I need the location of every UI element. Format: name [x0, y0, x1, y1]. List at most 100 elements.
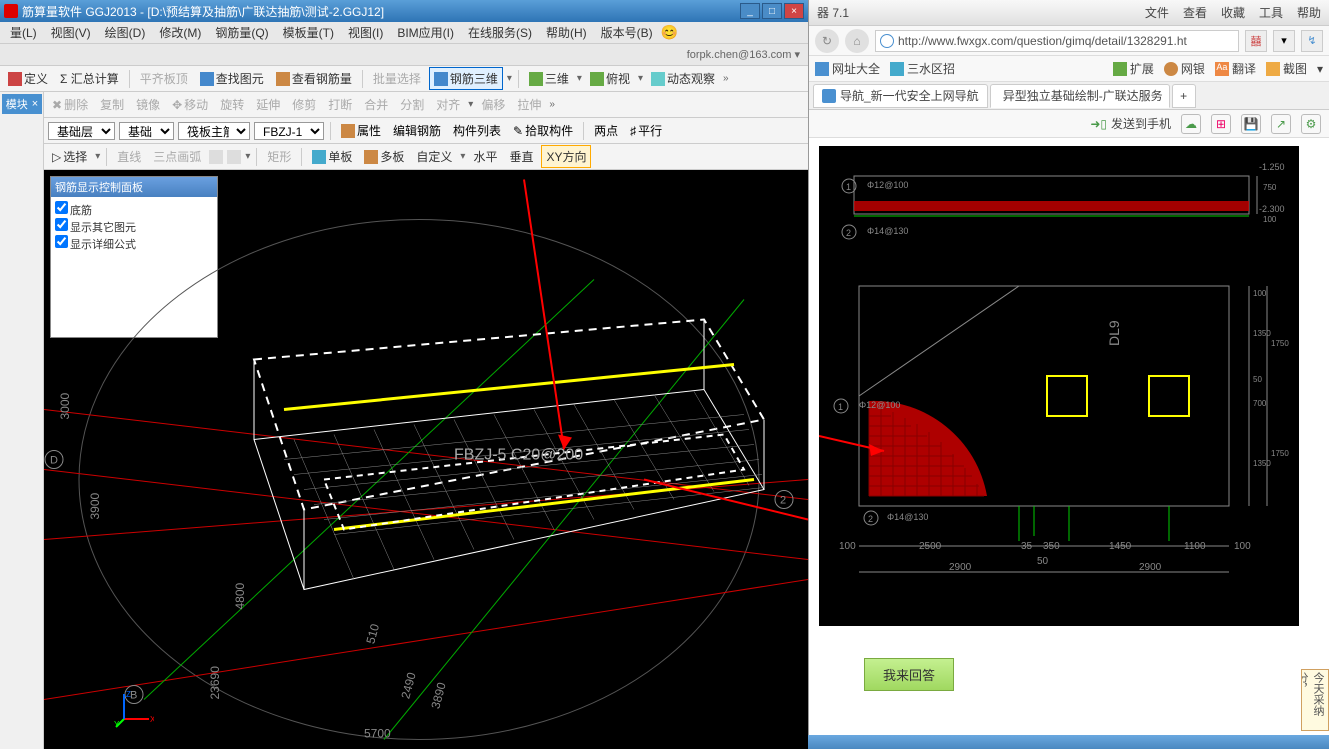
sum-calc-button[interactable]: Σ 汇总计算: [56, 68, 123, 89]
vert-button[interactable]: 垂直: [505, 146, 537, 167]
cloud-icon[interactable]: ☁: [1181, 114, 1201, 134]
split-button[interactable]: 分割: [396, 94, 428, 115]
top-view-button[interactable]: 俯视: [586, 68, 634, 89]
minimize-button[interactable]: _: [740, 3, 760, 19]
browser-menu-tools[interactable]: 工具: [1259, 4, 1283, 21]
bm-translate[interactable]: Aa翻译: [1215, 60, 1256, 77]
bm-extensions[interactable]: 扩展: [1113, 60, 1154, 77]
home-button[interactable]: ⌂: [845, 29, 869, 53]
user-email[interactable]: forpk.chen@163.com ▾: [687, 48, 800, 61]
3d-viewport[interactable]: 钢筋显示控制面板 底筋 显示其它图元 显示详细公式: [44, 170, 808, 749]
menu-online[interactable]: 在线服务(S): [462, 22, 538, 43]
custom-button[interactable]: 自定义: [412, 146, 456, 167]
svg-text:4800: 4800: [233, 582, 247, 609]
multi-slab-button[interactable]: 多板: [360, 146, 408, 167]
browser-menu-file[interactable]: 文件: [1145, 4, 1169, 21]
tab-close-icon[interactable]: ×: [1169, 89, 1170, 103]
menu-liang[interactable]: 量(L): [4, 22, 43, 43]
define-button[interactable]: 定义: [4, 68, 52, 89]
stretch-button[interactable]: 拉伸: [513, 94, 545, 115]
arc3-tool[interactable]: 三点画弧: [149, 146, 205, 167]
find-element-button[interactable]: 查找图元: [196, 68, 268, 89]
side-tab-module[interactable]: 模块×: [2, 94, 42, 114]
member-select[interactable]: FBZJ-1: [254, 122, 324, 140]
member-list-button[interactable]: 构件列表: [449, 120, 505, 141]
bm-all[interactable]: 网址大全: [815, 60, 880, 77]
browser-menu-help[interactable]: 帮助: [1297, 4, 1321, 21]
menu-modify[interactable]: 修改(M): [153, 22, 207, 43]
browser-menu-view[interactable]: 查看: [1183, 4, 1207, 21]
bm-overflow[interactable]: ▾: [1317, 62, 1323, 76]
horiz-button[interactable]: 水平: [469, 146, 501, 167]
line-tool[interactable]: 直线: [113, 146, 145, 167]
category-select[interactable]: 基础: [119, 122, 174, 140]
svg-text:Z: Z: [126, 690, 131, 699]
share-icon[interactable]: ↗: [1271, 114, 1291, 134]
close-button[interactable]: ×: [784, 3, 804, 19]
parallel-button[interactable]: ♯ 平行: [626, 120, 666, 141]
bm-site1[interactable]: 三水区招: [890, 60, 955, 77]
align-slab-button[interactable]: 平齐板顶: [136, 68, 192, 89]
align-button[interactable]: 对齐: [432, 94, 464, 115]
two-point-button[interactable]: 两点: [590, 120, 622, 141]
pick-member-button[interactable]: ✎ 拾取构件: [509, 120, 577, 141]
rotate-button[interactable]: 旋转: [216, 94, 248, 115]
mirror-button[interactable]: 镜像: [132, 94, 164, 115]
batch-select-button[interactable]: 批量选择: [369, 68, 425, 89]
menu-version[interactable]: 版本号(B): [595, 22, 659, 43]
menu-draw[interactable]: 绘图(D): [99, 22, 152, 43]
menu-view[interactable]: 视图(V): [45, 22, 97, 43]
copy-button[interactable]: 复制: [96, 94, 128, 115]
browser-page-content[interactable]: 1 Φ12@100 2 Φ14@130 -1.250 -2.300 750 10…: [809, 138, 1329, 749]
refresh-button[interactable]: ↻: [815, 29, 839, 53]
trim-button[interactable]: 修剪: [288, 94, 320, 115]
toolbar-overflow[interactable]: »: [723, 73, 729, 84]
bm-bank[interactable]: 网银: [1164, 60, 1205, 77]
rebar-3d-button[interactable]: 钢筋三维: [429, 67, 503, 90]
subcategory-select[interactable]: 筏板主筋: [178, 122, 250, 140]
single-slab-button[interactable]: 单板: [308, 146, 356, 167]
url-input[interactable]: http://www.fwxgx.com/question/gimq/detai…: [875, 30, 1239, 52]
side-tab-close-icon[interactable]: ×: [32, 98, 38, 110]
save-icon[interactable]: 💾: [1241, 114, 1261, 134]
browser-menu-fav[interactable]: 收藏: [1221, 4, 1245, 21]
edit-rebar-button[interactable]: 编辑钢筋: [389, 120, 445, 141]
addon-1[interactable]: 囍: [1245, 30, 1267, 52]
xy-dir-button[interactable]: XY方向: [541, 145, 591, 168]
dynamic-view-button[interactable]: 动态观察: [647, 68, 719, 89]
menu-template-qty[interactable]: 模板量(T): [277, 22, 340, 43]
offset-button[interactable]: 偏移: [477, 94, 509, 115]
menu-view2[interactable]: 视图(I): [342, 22, 389, 43]
extend-button[interactable]: 延伸: [252, 94, 284, 115]
3d-view-button[interactable]: 三维: [525, 68, 573, 89]
topview-dropdown[interactable]: ▾: [638, 73, 643, 84]
delete-button[interactable]: ✖ 删除: [48, 94, 92, 115]
edit-overflow[interactable]: »: [549, 99, 555, 110]
browser-tab-question[interactable]: 异型独立基础绘制-广联达服务 ×: [990, 84, 1170, 108]
3d-dropdown[interactable]: ▾: [577, 73, 582, 84]
svg-text:700: 700: [1253, 399, 1267, 408]
settings-icon[interactable]: ⚙: [1301, 114, 1321, 134]
merge-button[interactable]: 合并: [360, 94, 392, 115]
break-button[interactable]: 打断: [324, 94, 356, 115]
scene-3d[interactable]: FBZJ-5 C20@200 3000 3900 4800 23690 510 …: [44, 170, 808, 749]
grid-icon[interactable]: ⊞: [1211, 114, 1231, 134]
send-to-phone-button[interactable]: ➜▯发送到手机: [1090, 115, 1171, 132]
new-tab-button[interactable]: +: [1172, 84, 1196, 108]
maximize-button[interactable]: □: [762, 3, 782, 19]
menu-help[interactable]: 帮助(H): [540, 22, 593, 43]
props-button[interactable]: 属性: [337, 120, 385, 141]
browser-tab-nav[interactable]: 导航_新一代安全上网导航: [813, 84, 988, 108]
answer-button[interactable]: 我来回答: [864, 658, 954, 691]
layer-select[interactable]: 基础层: [48, 122, 115, 140]
rebar-3d-dropdown[interactable]: ▾: [507, 73, 512, 84]
menu-bim[interactable]: BIM应用(I): [391, 22, 460, 43]
view-rebar-qty-button[interactable]: 查看钢筋量: [272, 68, 356, 89]
addon-sync[interactable]: ↯: [1301, 30, 1323, 52]
bm-screenshot[interactable]: 截图: [1266, 60, 1307, 77]
menu-rebar-qty[interactable]: 钢筋量(Q): [209, 22, 274, 43]
addon-dropdown[interactable]: ▾: [1273, 30, 1295, 52]
rect-tool[interactable]: 矩形: [263, 146, 295, 167]
select-tool[interactable]: ▷ 选择: [48, 146, 91, 167]
move-button[interactable]: ✥ 移动: [168, 94, 212, 115]
